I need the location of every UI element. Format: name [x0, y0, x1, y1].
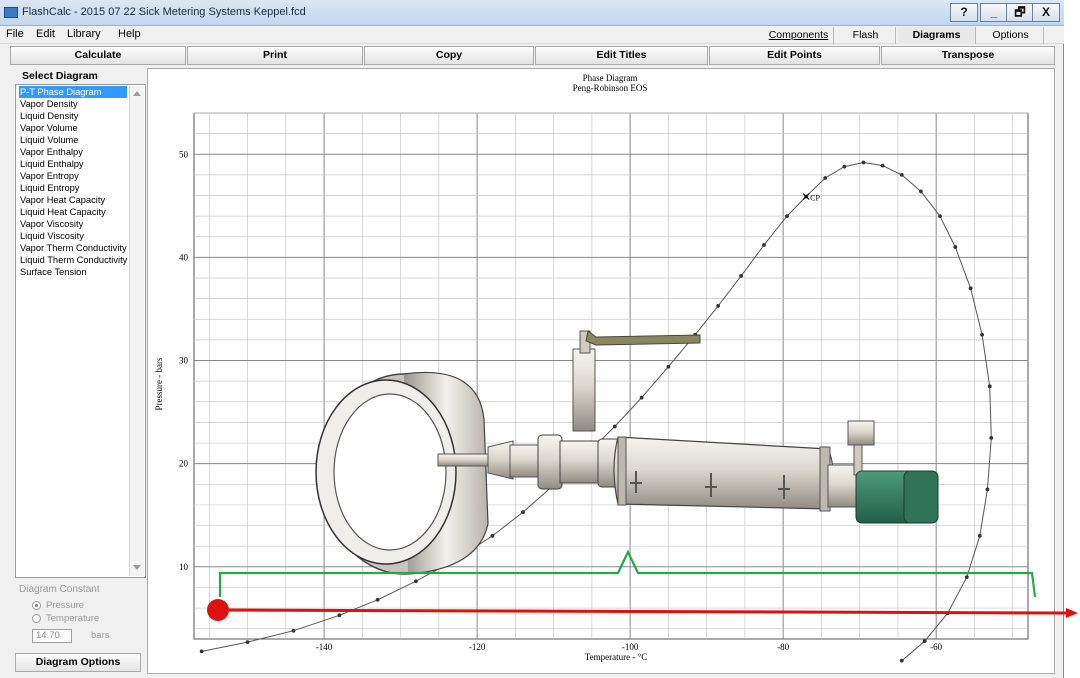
calculate-button[interactable]: Calculate — [10, 46, 186, 65]
help-button[interactable]: ? — [950, 3, 978, 22]
list-item[interactable]: Liquid Density — [19, 110, 127, 122]
green-brace — [218, 549, 1037, 598]
app-window: FlashCalc - 2015 07 22 Sick Metering Sys… — [0, 0, 1064, 678]
scroll-up-icon[interactable] — [133, 91, 141, 96]
list-item[interactable]: Liquid Heat Capacity — [19, 206, 127, 218]
list-item[interactable]: Liquid Volume — [19, 134, 127, 146]
title-bar[interactable]: FlashCalc - 2015 07 22 Sick Metering Sys… — [0, 0, 1064, 26]
restore-button[interactable]: 🗗 — [1006, 3, 1034, 22]
chart-panel: -140 -120 -100 -80 -60 10 20 30 40 50 Phase Diagr… — [147, 68, 1055, 674]
tab-diagrams[interactable]: Diagrams — [898, 27, 976, 44]
tab-flash[interactable]: Flash — [836, 27, 896, 44]
pressure-radio[interactable] — [32, 601, 41, 610]
list-item[interactable]: Liquid Viscosity — [19, 230, 127, 242]
menu-library[interactable]: Library — [67, 28, 101, 40]
menu-bar: File Edit Library Help Components Flash … — [0, 26, 1064, 44]
edit-points-button[interactable]: Edit Points — [709, 46, 880, 65]
list-item[interactable]: Vapor Heat Capacity — [19, 194, 127, 206]
edit-titles-button[interactable]: Edit Titles — [535, 46, 708, 65]
list-item[interactable]: Vapor Density — [19, 98, 127, 110]
list-item[interactable]: Vapor Therm Conductivity — [19, 242, 127, 254]
list-item[interactable]: Vapor Enthalpy — [19, 146, 127, 158]
constant-value-field[interactable]: 14.70 — [32, 629, 72, 643]
list-scrollbar[interactable] — [129, 86, 144, 576]
menu-help[interactable]: Help — [118, 28, 141, 40]
app-icon — [4, 7, 18, 18]
close-button[interactable]: X — [1032, 3, 1060, 22]
list-item[interactable]: Liquid Therm Conductivity — [19, 254, 127, 266]
annotation-overlay — [218, 549, 1037, 598]
diagram-constant-header: Diagram Constant — [19, 584, 100, 595]
red-arrow-head — [1066, 608, 1078, 618]
list-item[interactable]: Surface Tension — [19, 266, 127, 278]
temperature-radio-label: Temperature — [46, 613, 100, 624]
temperature-radio[interactable] — [32, 614, 41, 623]
list-item[interactable]: Liquid Enthalpy — [19, 158, 127, 170]
tab-components[interactable]: Components — [764, 27, 834, 44]
list-item[interactable]: Liquid Entropy — [19, 182, 127, 194]
select-diagram-header: Select Diagram — [22, 70, 98, 82]
list-item[interactable]: Vapor Volume — [19, 122, 127, 134]
menu-file[interactable]: File — [6, 28, 24, 40]
minimize-button[interactable]: _ — [980, 3, 1008, 22]
list-item[interactable]: Vapor Viscosity — [19, 218, 127, 230]
transpose-button[interactable]: Transpose — [881, 46, 1055, 65]
menu-edit[interactable]: Edit — [36, 28, 55, 40]
copy-button[interactable]: Copy — [364, 46, 534, 65]
tab-options[interactable]: Options — [978, 27, 1044, 44]
diagram-constant-group: Diagram Constant Pressure Temperature 14… — [15, 582, 146, 650]
list-item[interactable]: Vapor Entropy — [19, 170, 127, 182]
constant-unit-label: bars — [91, 630, 110, 641]
diagram-options-button[interactable]: Diagram Options — [15, 653, 141, 672]
scroll-down-icon[interactable] — [133, 565, 141, 570]
list-item[interactable]: P-T Phase Diagram — [19, 86, 127, 98]
pressure-radio-label: Pressure — [46, 600, 85, 611]
toolbar: Calculate Print Copy Edit Titles Edit Po… — [0, 46, 1064, 66]
print-button[interactable]: Print — [187, 46, 363, 65]
diagram-list: P-T Phase Diagram Vapor Density Liquid D… — [15, 84, 146, 578]
window-title: FlashCalc - 2015 07 22 Sick Metering Sys… — [22, 6, 306, 18]
